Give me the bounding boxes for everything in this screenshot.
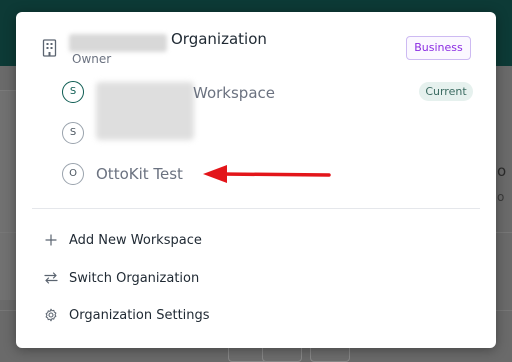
- redacted-workspace-names: [96, 82, 194, 140]
- workspace-avatar[interactable]: S: [62, 81, 84, 103]
- gear-icon: [44, 308, 58, 322]
- organization-role: Owner: [72, 52, 112, 66]
- current-workspace-badge: Current: [419, 82, 473, 101]
- workspace-avatar[interactable]: O: [62, 163, 84, 185]
- organization-name: Organization: [171, 30, 267, 48]
- annotation-arrow-icon: [203, 165, 331, 183]
- add-new-workspace-label: Add New Workspace: [69, 232, 202, 248]
- add-new-workspace-button[interactable]: Add New Workspace: [44, 229, 464, 251]
- background-heading-fragment: o: [497, 162, 507, 180]
- plus-icon: [44, 233, 58, 247]
- workspace-switcher-popover: Organization Owner Business S Workspace …: [16, 12, 496, 348]
- workspace-name[interactable]: Workspace: [193, 84, 275, 102]
- workspace-avatar[interactable]: S: [62, 122, 84, 144]
- switch-arrows-icon: [44, 271, 58, 285]
- menu-divider: [32, 208, 480, 209]
- organization-settings-button[interactable]: Organization Settings: [44, 304, 464, 326]
- redacted-organization-prefix: [69, 34, 167, 52]
- switch-organization-button[interactable]: Switch Organization: [44, 267, 464, 289]
- organization-settings-label: Organization Settings: [69, 307, 210, 323]
- background-subtext-fragment: o: [497, 190, 505, 204]
- plan-badge: Business: [406, 36, 471, 60]
- building-icon: [42, 39, 57, 57]
- switch-organization-label: Switch Organization: [69, 270, 200, 286]
- workspace-name-ottokit-test[interactable]: OttoKit Test: [96, 165, 183, 183]
- background-left-panel: [0, 90, 17, 300]
